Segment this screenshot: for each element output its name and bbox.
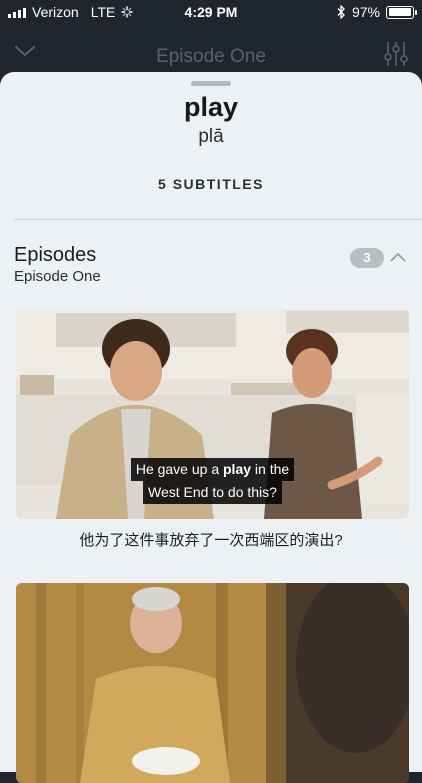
caption-text-after: in the: [251, 461, 290, 477]
divider: [14, 219, 422, 220]
chevron-up-icon[interactable]: [390, 252, 406, 262]
translation-text: 他为了这件事放弃了一次西端区的演出?: [79, 532, 343, 549]
pinyin: plā: [198, 126, 224, 147]
subtitle-caption: He gave up a play in the West End to do …: [16, 458, 409, 504]
episodes-subtitle: Episode One: [14, 268, 101, 285]
settings-sliders-icon[interactable]: [382, 40, 410, 68]
episode-count-badge: 3: [350, 248, 384, 268]
nav-title: Episode One: [156, 46, 266, 67]
bluetooth-icon: [337, 5, 345, 19]
video-frame-image: [16, 583, 409, 783]
subtitle-count: 5 SUBTITLES: [158, 176, 264, 192]
episodes-title: Episodes: [14, 244, 97, 266]
battery-percent: 97%: [351, 4, 380, 20]
caption-line-2: West End to do this?: [143, 481, 282, 504]
status-bar: Verizon LTE 4:29 PM 97%: [0, 0, 422, 24]
sheet-grabber[interactable]: [191, 81, 231, 86]
video-clip[interactable]: [16, 583, 409, 783]
caption-line-1: He gave up a play in the: [130, 458, 295, 481]
battery-fill: [388, 8, 411, 16]
caption-text-before: He gave up a: [135, 461, 223, 477]
status-right: 97%: [337, 4, 417, 20]
battery-icon: [386, 5, 417, 19]
word-sheet: play plā 5 SUBTITLES Episodes Episode On…: [0, 72, 422, 783]
headword: play: [183, 92, 239, 122]
video-clip[interactable]: He gave up a play in the West End to do …: [16, 309, 409, 519]
caption-highlight-word[interactable]: play: [223, 461, 251, 477]
